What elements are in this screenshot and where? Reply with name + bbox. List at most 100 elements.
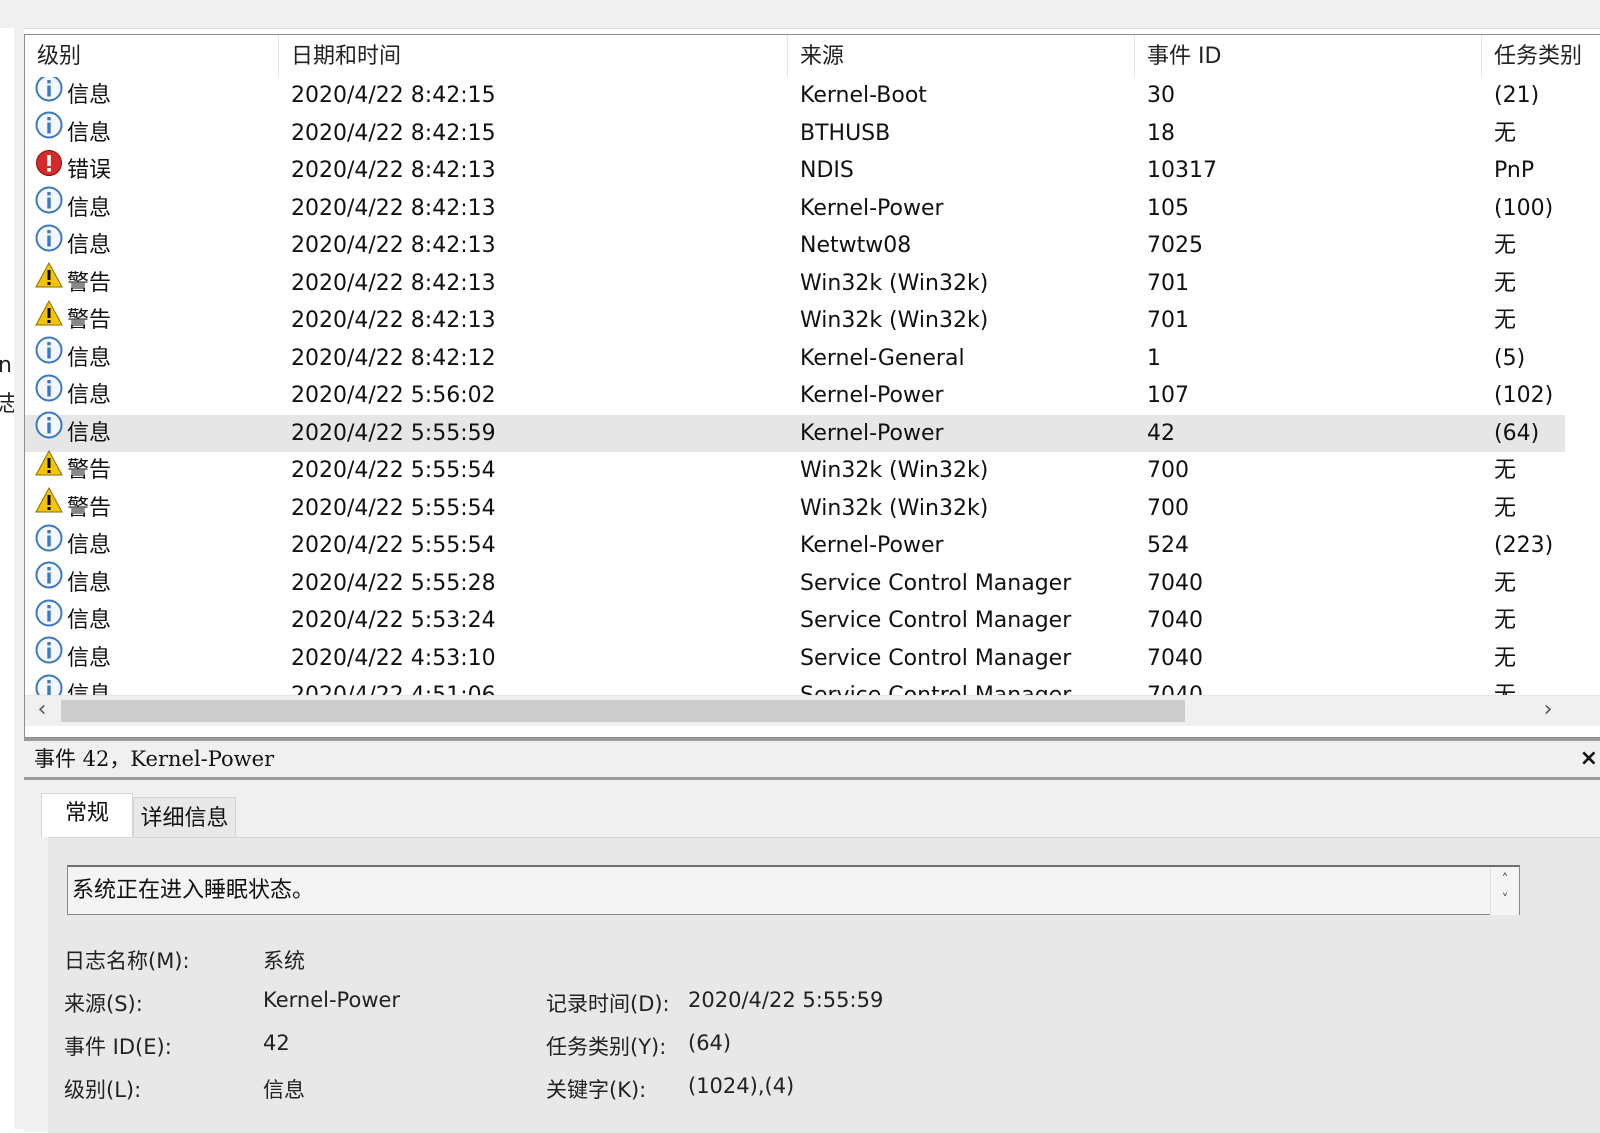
level-cell: 信息 xyxy=(35,374,112,415)
level-text: 信息 xyxy=(67,233,112,258)
description-text: 系统正在进入睡眠状态。 xyxy=(72,878,315,903)
event-id-label: 事件 ID(E): xyxy=(64,1035,172,1059)
level-cell: 警告 xyxy=(35,449,111,490)
table-row[interactable]: 信息 2020/4/22 8:42:13 Netwtw08 7025 无 xyxy=(25,224,1565,265)
level-value: 信息 xyxy=(263,1078,305,1102)
level-text: 警告 xyxy=(67,270,112,296)
source-cell: Service Control Manager xyxy=(800,683,1072,697)
left-pane-text: n xyxy=(0,353,12,378)
level-text: 信息 xyxy=(67,608,112,633)
level-cell: 信息 xyxy=(35,77,111,115)
task-category-cell: 无 xyxy=(1494,645,1517,671)
task-category-value: (64) xyxy=(688,1031,732,1055)
chevron-up-icon[interactable]: ˄ xyxy=(1491,867,1519,890)
event-id-cell: 524 xyxy=(1147,533,1189,558)
source-cell: Service Control Manager xyxy=(800,645,1072,671)
table-row[interactable]: 信息 2020/4/22 4:51:06 Service Control Manag… xyxy=(25,674,1565,697)
chevron-down-icon[interactable]: ˅ xyxy=(1491,890,1519,910)
task-category-cell: 无 xyxy=(1494,270,1517,296)
task-category-cell: 无 xyxy=(1494,570,1517,596)
column-header-event-id[interactable]: 事件 ID xyxy=(1135,35,1482,77)
column-header-source[interactable]: 来源 xyxy=(788,35,1135,77)
table-row[interactable]: 信息 2020/4/22 8:42:15 Kernel-Boot 30 (21) xyxy=(25,77,1565,115)
description-textbox[interactable]: 系统正在进入睡眠状态。 ˄ ˅ xyxy=(67,865,1520,915)
task-category-cell: 无 xyxy=(1494,683,1517,697)
table-row[interactable]: 信息 2020/4/22 5:56:02 Kernel-Power 107 (102) xyxy=(25,374,1565,415)
warning-icon xyxy=(35,261,63,302)
log-name-label: 日志名称(M): xyxy=(64,949,190,973)
task-category-cell: PnP xyxy=(1494,158,1535,183)
source-cell: Netwtw08 xyxy=(800,233,912,258)
horizontal-scrollbar[interactable]: ‹ › xyxy=(25,695,1600,726)
task-category-cell: 无 xyxy=(1494,233,1517,258)
scroll-right-arrow-icon[interactable]: › xyxy=(1533,696,1563,726)
tab-general[interactable]: 常规 xyxy=(41,793,133,837)
event-list: 级别 日期和时间 来源 事件 ID 任务类别 信息 2020/4/22 8:42:… xyxy=(24,34,1600,738)
table-row[interactable]: 信息 2020/4/22 5:55:54 Kernel-Power 524 (223) xyxy=(25,524,1565,565)
datetime-cell: 2020/4/22 4:53:10 xyxy=(291,645,496,671)
task-category-cell: 无 xyxy=(1494,608,1517,633)
source-cell: Kernel-Power xyxy=(800,195,944,221)
table-row[interactable]: 信息 2020/4/22 8:42:15 BTHUSB 18 无 xyxy=(25,111,1565,153)
level-cell: 警告 xyxy=(35,486,112,528)
detail-title: 事件 42，Kernel-Power xyxy=(34,747,275,771)
level-cell: 信息 xyxy=(35,224,112,265)
table-row[interactable]: 警告 2020/4/22 8:42:13 Win32k (Win32k) 701 无 xyxy=(25,299,1565,340)
level-text: 信息 xyxy=(67,345,112,371)
event-id-cell: 107 xyxy=(1147,383,1189,408)
pane-splitter[interactable] xyxy=(14,28,24,1129)
event-id-cell: 701 xyxy=(1147,270,1189,296)
level-text: 信息 xyxy=(67,383,112,408)
table-row[interactable]: 警告 2020/4/22 8:42:13 Win32k (Win32k) 701 无 xyxy=(25,261,1565,303)
task-category-cell: 无 xyxy=(1494,308,1517,333)
datetime-cell: 2020/4/22 8:42:12 xyxy=(291,345,496,371)
source-cell: Kernel-Boot xyxy=(800,83,927,108)
datetime-cell: 2020/4/22 8:42:15 xyxy=(291,120,496,146)
level-text: 信息 xyxy=(67,570,112,596)
table-row[interactable]: 错误 2020/4/22 8:42:13 NDIS 10317 PnP xyxy=(25,149,1565,190)
info-icon xyxy=(35,224,63,265)
table-row[interactable]: 信息 2020/4/22 8:42:13 Kernel-Power 105 (100) xyxy=(25,186,1565,228)
table-row[interactable]: 信息 2020/4/22 4:53:10 Service Control Manag… xyxy=(25,636,1565,678)
level-text: 信息 xyxy=(67,645,112,671)
datetime-cell: 2020/4/22 4:51:06 xyxy=(291,683,496,697)
column-header-row: 级别 日期和时间 来源 事件 ID 任务类别 xyxy=(25,35,1600,77)
source-label: 来源(S): xyxy=(64,992,143,1016)
source-cell: NDIS xyxy=(800,158,854,183)
description-scrollbar[interactable]: ˄ ˅ xyxy=(1490,867,1519,915)
level-text: 信息 xyxy=(67,420,112,446)
table-row[interactable]: 警告 2020/4/22 5:55:54 Win32k (Win32k) 700 无 xyxy=(25,449,1565,490)
close-icon[interactable]: × xyxy=(1580,741,1598,777)
scroll-left-arrow-icon[interactable]: ‹ xyxy=(27,696,57,726)
level-text: 警告 xyxy=(67,495,112,521)
level-cell: 信息 xyxy=(35,524,111,565)
left-pane-text: 志 xyxy=(0,386,14,418)
level-cell: 信息 xyxy=(35,411,112,453)
table-row[interactable]: 信息 2020/4/22 5:55:28 Service Control Manag… xyxy=(25,561,1565,603)
info-icon xyxy=(35,524,63,565)
datetime-cell: 2020/4/22 5:56:02 xyxy=(291,383,496,408)
table-row[interactable]: 信息 2020/4/22 5:55:59 Kernel-Power 42 (64) xyxy=(25,411,1565,453)
scrollbar-thumb[interactable] xyxy=(61,700,1185,722)
event-rows: 信息 2020/4/22 8:42:15 Kernel-Boot 30 (21) 信息 20… xyxy=(25,77,1600,697)
event-id-cell: 700 xyxy=(1147,458,1189,483)
datetime-cell: 2020/4/22 8:42:13 xyxy=(291,233,496,258)
event-id-cell: 700 xyxy=(1147,495,1189,521)
source-cell: Kernel-Power xyxy=(800,420,944,446)
column-header-level[interactable]: 级别 xyxy=(25,35,279,77)
table-row[interactable]: 警告 2020/4/22 5:55:54 Win32k (Win32k) 700 无 xyxy=(25,486,1565,528)
datetime-cell: 2020/4/22 8:42:15 xyxy=(291,83,496,108)
column-header-datetime[interactable]: 日期和时间 xyxy=(279,35,788,77)
source-cell: Win32k (Win32k) xyxy=(800,270,989,296)
info-icon xyxy=(35,674,63,697)
table-row[interactable]: 信息 2020/4/22 5:53:24 Service Control Manag… xyxy=(25,599,1565,640)
source-value: Kernel-Power xyxy=(263,988,401,1012)
event-id-cell: 7040 xyxy=(1147,645,1203,671)
column-header-task-category[interactable]: 任务类别 xyxy=(1482,35,1600,77)
table-row[interactable]: 信息 2020/4/22 8:42:12 Kernel-General 1 (5) xyxy=(25,336,1565,378)
source-cell: Win32k (Win32k) xyxy=(800,495,989,521)
level-label: 级别(L): xyxy=(64,1078,142,1102)
source-cell: Kernel-General xyxy=(800,345,965,371)
logged-value: 2020/4/22 5:55:59 xyxy=(688,988,884,1012)
tab-details[interactable]: 详细信息 xyxy=(133,797,236,837)
